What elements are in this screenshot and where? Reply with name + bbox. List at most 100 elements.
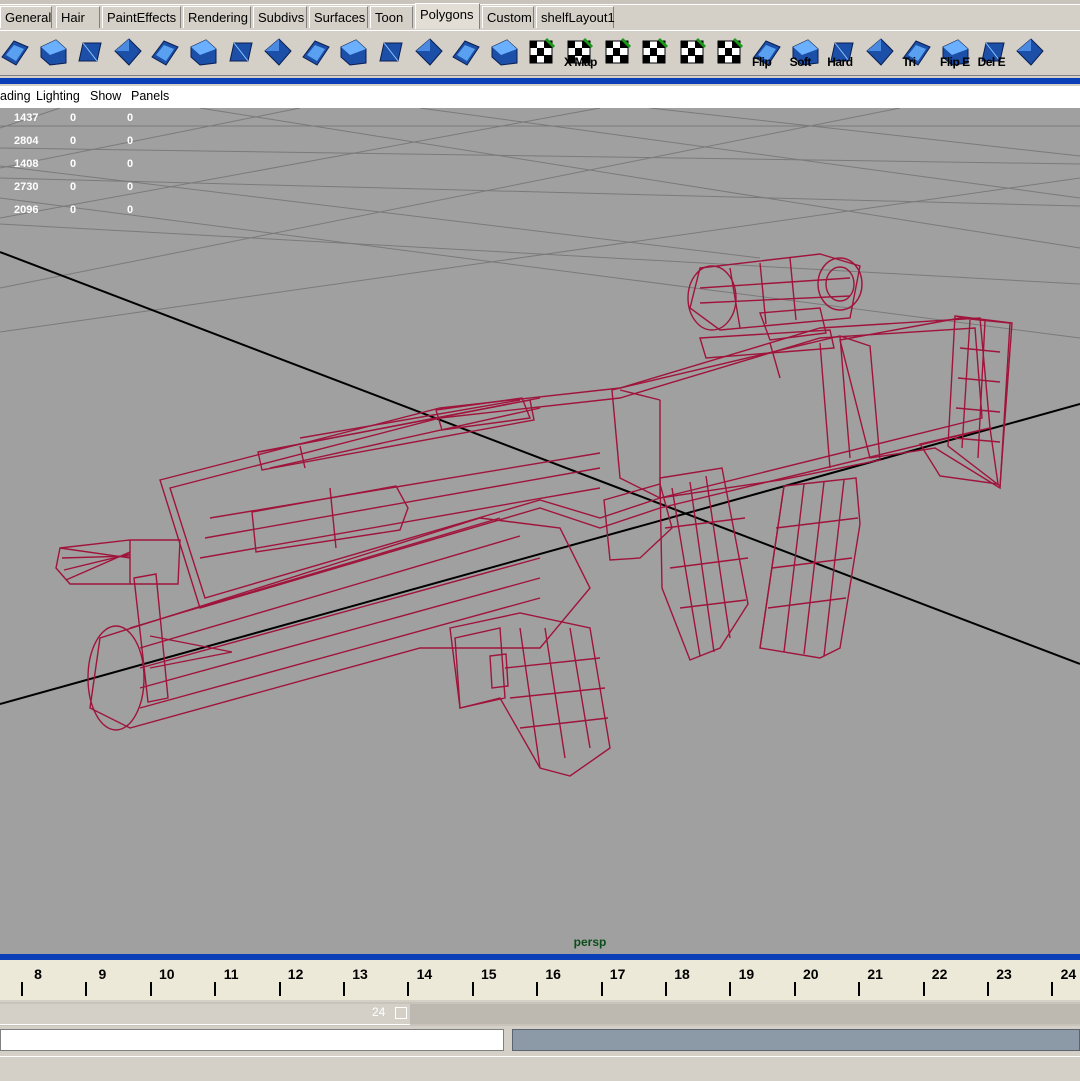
shelf-tab-toon[interactable]: Toon [370, 6, 413, 28]
frame-number: 14 [416, 966, 433, 982]
shelf-toolbar: X Map Flip Soft Hard Tri Flip E Del E [0, 30, 1080, 76]
delete-edge-button[interactable]: Del E [976, 35, 1010, 69]
frame-number: 16 [545, 966, 561, 982]
uv-map-button[interactable]: X Map [562, 35, 597, 69]
menu-lighting[interactable]: Lighting [36, 89, 80, 103]
shelf-button-label: Hard [827, 55, 853, 69]
range-slider-track[interactable] [0, 1004, 410, 1025]
shelf-tab-subdivs[interactable]: Subdivs [253, 6, 307, 28]
flip-edge-button[interactable]: Flip E [938, 35, 972, 69]
hud-stat-value: 0 [127, 204, 134, 216]
poly-plane-button[interactable] [36, 35, 70, 69]
poly-extrude-icon [148, 40, 182, 73]
shelf-tab-rendering[interactable]: Rendering [183, 6, 251, 28]
poly-split-icon [186, 39, 220, 73]
shelf-tab-bar: General Hair PaintEffects Rendering Subdivs S… [0, 0, 1080, 30]
hud-stat-value: 0 [127, 112, 134, 124]
uv-normalize-button[interactable] [675, 35, 709, 69]
frame-tick [85, 982, 88, 996]
frame-number: 9 [98, 966, 107, 982]
shelf-tab-shelflayout1[interactable]: shelfLayout1 [536, 6, 615, 28]
poly-move-button[interactable] [487, 35, 521, 69]
frame-tick [729, 982, 732, 996]
harden-edge-button[interactable]: Hard [825, 35, 859, 69]
uv-editor-icon [712, 37, 746, 73]
hud-stat-value: 0 [127, 158, 134, 170]
hud-stat-value: 0 [70, 158, 77, 170]
frame-number: 15 [481, 966, 497, 982]
hud-stat-value: 1437 [14, 112, 39, 124]
time-slider[interactable]: 8 9 10 11 12 13 14 15 16 17 18 19 20 21 22 23 24 [0, 960, 1080, 1000]
frame-tick [987, 982, 989, 996]
frame-tick [214, 982, 217, 996]
poly-cleanup-icon [1013, 38, 1047, 73]
poly-append-icon [261, 38, 295, 73]
hud-stat-value: 0 [70, 112, 77, 124]
hud-stat-value: 2804 [14, 135, 39, 147]
poly-extrude-button[interactable] [148, 35, 182, 69]
shelf-tab-general[interactable]: General [0, 6, 52, 28]
poly-split-button[interactable] [186, 35, 220, 69]
poly-move-icon [487, 39, 521, 73]
shelf-button-label: X Map [564, 55, 597, 69]
poly-smooth-icon [374, 42, 408, 73]
sphere-button[interactable] [0, 35, 32, 69]
frame-tick [858, 982, 861, 996]
poly-cube-button[interactable] [111, 35, 145, 69]
poly-wedge-button[interactable] [336, 35, 370, 69]
triangulate-button[interactable] [863, 35, 897, 69]
frame-tick [343, 982, 345, 996]
uv-layout-button[interactable] [600, 35, 634, 69]
shelf-button-label: Soft [789, 55, 812, 69]
poly-merge-button[interactable] [299, 35, 333, 69]
hud-stat-value: 0 [127, 135, 134, 147]
range-slider[interactable]: 24 [0, 1002, 1080, 1026]
hud-stat-value: 2096 [14, 204, 39, 216]
command-input[interactable] [0, 1029, 504, 1051]
shelf-tab-polygons[interactable]: Polygons [415, 3, 480, 29]
poly-combine-button[interactable] [449, 35, 483, 69]
quadrangulate-button[interactable]: Tri [900, 35, 934, 69]
uv-editor-button[interactable] [712, 35, 746, 69]
frame-number: 20 [803, 966, 819, 982]
help-line [0, 1056, 1080, 1081]
shelf-button-label: Del E [977, 55, 1006, 69]
soften-edge-button[interactable]: Soft [788, 35, 822, 69]
uv-rotate-button[interactable] [637, 35, 671, 69]
shelf-tab-painteffects[interactable]: PaintEffects [102, 6, 181, 28]
frame-tick [665, 982, 667, 996]
rifle-wireframe-model[interactable] [55, 253, 1013, 777]
frame-tick [407, 982, 410, 996]
poly-cleanup-button[interactable] [1013, 35, 1047, 69]
poly-append-button[interactable] [261, 35, 295, 69]
poly-select-button[interactable] [73, 35, 107, 69]
poly-merge-icon [299, 40, 333, 73]
frame-tick [471, 982, 474, 996]
poly-subdivide-icon [412, 38, 446, 73]
range-end-value: 24 [372, 1005, 386, 1019]
menu-ading[interactable]: ading [0, 89, 31, 103]
viewport-canvas [0, 108, 1080, 777]
shelf-tab-custom[interactable]: Custom [482, 6, 534, 28]
frame-tick [21, 982, 23, 996]
ground-grid [0, 108, 1080, 339]
frame-number: 18 [674, 966, 690, 982]
menu-panels[interactable]: Panels [131, 89, 169, 103]
poly-wedge-icon [336, 39, 370, 73]
range-end-field[interactable] [395, 1007, 407, 1019]
poly-bevel-button[interactable] [224, 35, 258, 69]
normal-flip-button[interactable]: Flip [750, 35, 784, 69]
frame-tick [1051, 982, 1054, 996]
poly-subdivide-button[interactable] [412, 35, 446, 69]
menu-show[interactable]: Show [90, 89, 121, 103]
frame-number: 8 [34, 966, 42, 982]
hud-stat-value: 0 [127, 181, 134, 193]
frame-number: 24 [1060, 966, 1077, 982]
hud-stat-value: 2730 [14, 181, 39, 193]
shelf-tab-surfaces[interactable]: Surfaces [309, 6, 368, 28]
uv-layout-icon [600, 37, 634, 73]
uv-checker-button[interactable] [524, 35, 558, 69]
perspective-viewport[interactable]: 1437 0 0 2804 0 0 1408 0 0 2730 0 0 2096 0 0 persp [0, 108, 1080, 954]
shelf-tab-hair[interactable]: Hair [56, 6, 100, 28]
poly-smooth-button[interactable] [374, 35, 408, 69]
